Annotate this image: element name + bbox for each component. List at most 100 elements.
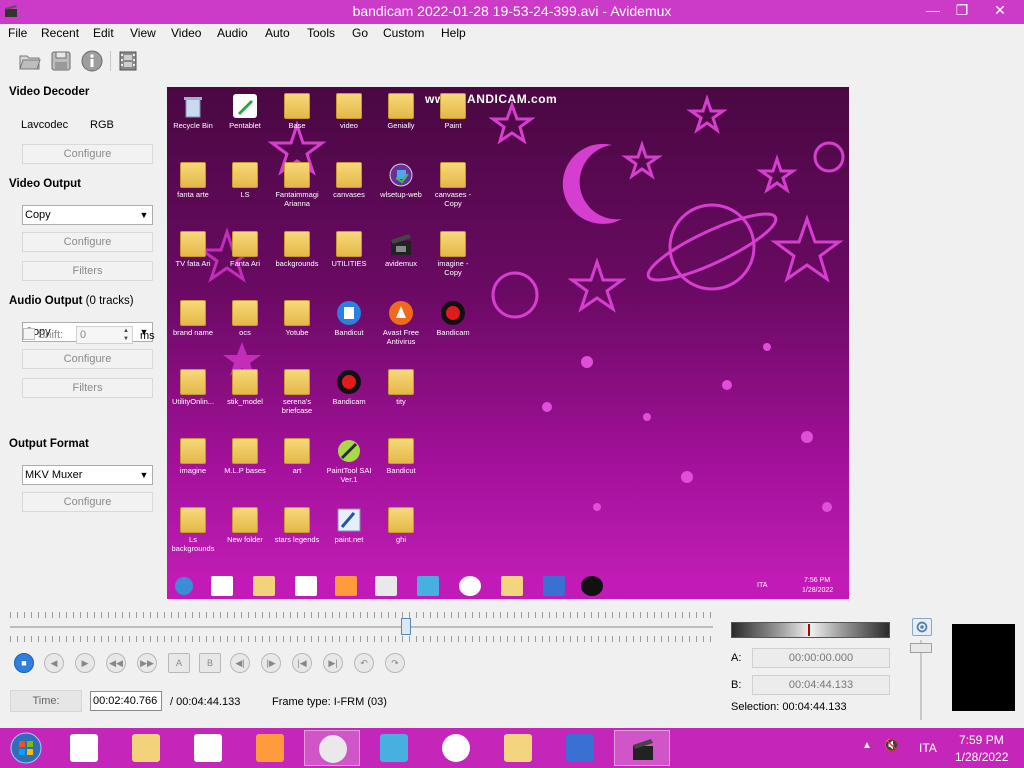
desktop-icon: Pentablet [220, 93, 270, 130]
taskbar-credit-agricole[interactable] [56, 730, 112, 766]
stop-button[interactable]: ■ [14, 653, 34, 673]
spin-arrows-icon[interactable]: ▲ ▼ [121, 327, 131, 343]
taskbar-download[interactable] [366, 730, 422, 766]
taskbar-video-player[interactable] [242, 730, 298, 766]
decoder-configure-button[interactable]: Configure [22, 144, 153, 164]
input-language[interactable]: ITA [919, 741, 937, 755]
menu-audio[interactable]: Audio [217, 26, 248, 40]
set-marker-b-button[interactable]: B [199, 653, 221, 673]
info-icon[interactable] [80, 49, 104, 73]
next-black-frame-button[interactable]: |▶ [261, 653, 281, 673]
next-frame-button[interactable]: ▶ [75, 653, 95, 673]
translate-icon [543, 576, 565, 596]
output-format-title: Output Format [9, 438, 89, 450]
previous-keyframe-button[interactable]: ◀◀ [106, 653, 126, 673]
avidemux-icon [391, 234, 411, 255]
video-output-title: Video Output [9, 178, 81, 190]
filmstrip-icon[interactable] [116, 49, 140, 73]
menu-video[interactable]: Video [171, 26, 201, 40]
taskbar-chrome[interactable] [304, 730, 360, 766]
restore-button[interactable]: ❐ [946, 0, 978, 22]
muxer-configure-button[interactable]: Configure [22, 492, 153, 512]
taskbar-sticky-notes[interactable] [490, 730, 546, 766]
desktop-icon: M.L.P bases [220, 438, 270, 475]
credit-agricole-icon [211, 576, 233, 596]
fast-forward-icon: ▶▶ [140, 658, 154, 668]
decoder-format-label: RGB [90, 119, 114, 131]
taskbar-file-explorer[interactable] [118, 730, 174, 766]
muxer-value: MKV Muxer [25, 469, 83, 481]
timeline-track[interactable] [10, 626, 713, 628]
go-last-frame-button[interactable]: ▶| [323, 653, 343, 673]
paint-net-icon [337, 508, 361, 532]
go-first-frame-button[interactable]: |◀ [292, 653, 312, 673]
minimize-button[interactable]: — [917, 0, 949, 22]
clock-time[interactable]: 7:59 PM [959, 733, 1004, 747]
go-marker-b-button[interactable]: ↷ [385, 653, 405, 673]
recycle-bin-icon [184, 97, 202, 118]
desktop-icon: Bandicut [324, 300, 374, 337]
menu-go[interactable]: Go [352, 26, 368, 40]
go-marker-a-button[interactable]: ↶ [354, 653, 374, 673]
window-title: bandicam 2022-01-28 19-53-24-399.avi - A… [352, 3, 672, 19]
video-preview[interactable]: www.BANDICAM.com Recycle Bin Pentablet B… [167, 87, 849, 599]
desktop-icon: serena's briefcase [272, 369, 322, 415]
desktop-icon: avidemux [376, 231, 426, 268]
current-time-field[interactable]: 00:02:40.766 [90, 691, 162, 711]
open-folder-icon[interactable] [18, 49, 42, 73]
menu-recent[interactable]: Recent [41, 26, 79, 40]
folder-icon [284, 507, 310, 533]
volume-icon[interactable] [912, 618, 932, 636]
next-keyframe-button[interactable]: ▶▶ [137, 653, 157, 673]
desktop-icon: video [324, 93, 374, 130]
windows-start-icon [175, 577, 193, 595]
muxer-select[interactable]: MKV Muxer ▼ [22, 465, 153, 485]
tray-overflow-icon[interactable]: ▲ [862, 740, 872, 751]
menu-edit[interactable]: Edit [93, 26, 114, 40]
video-configure-button[interactable]: Configure [22, 232, 153, 252]
video-codec-select[interactable]: Copy ▼ [22, 205, 153, 225]
menu-file[interactable]: File [8, 26, 27, 40]
timeline-slider-thumb[interactable] [401, 618, 412, 635]
taskbar-credit-agricole-2[interactable] [180, 730, 236, 766]
menu-help[interactable]: Help [441, 26, 466, 40]
clock-date[interactable]: 1/28/2022 [955, 750, 1008, 764]
folder-icon [388, 93, 414, 119]
audio-filters-button[interactable]: Filters [22, 378, 153, 398]
previous-frame-button[interactable]: ◀ [44, 653, 64, 673]
menu-view[interactable]: View [130, 26, 156, 40]
menu-tools[interactable]: Tools [307, 26, 335, 40]
desktop-icon: Recycle Bin [168, 93, 218, 130]
desktop-icon: canvases - Copy [428, 162, 478, 208]
preview-tray-lang: ITA [757, 582, 768, 589]
shift-spinbox[interactable]: 0 ▲ ▼ [76, 326, 133, 344]
speaker-muted-icon[interactable]: 🔇 [884, 738, 899, 752]
desktop-icon: Bandicut [376, 438, 426, 475]
taskbar-avidemux[interactable] [614, 730, 670, 766]
previous-black-frame-button[interactable]: ◀| [230, 653, 250, 673]
menu-auto[interactable]: Auto [265, 26, 290, 40]
folder-icon [180, 507, 206, 533]
set-marker-a-button[interactable]: A [168, 653, 190, 673]
taskbar-translate[interactable] [552, 730, 608, 766]
close-button[interactable]: ✕ [978, 0, 1022, 22]
desktop-icon: art [272, 438, 322, 475]
folder-icon [180, 300, 206, 326]
shift-checkbox[interactable] [23, 328, 35, 340]
audio-level-meter [731, 622, 890, 638]
folder-icon [180, 438, 206, 464]
save-disk-icon[interactable] [49, 49, 73, 73]
menu-custom[interactable]: Custom [383, 26, 424, 40]
windows-start-icon[interactable] [8, 732, 44, 764]
chevron-down-icon: ▼ [139, 210, 149, 220]
frame-type: Frame type: I-FRM (03) [272, 696, 387, 708]
audio-configure-button[interactable]: Configure [22, 349, 153, 369]
bandicam-record-icon [441, 301, 465, 325]
preview-tray-time: 7:56 PM [804, 577, 831, 584]
taskbar-maps[interactable] [428, 730, 484, 766]
last-frame-icon: ▶| [328, 658, 338, 668]
video-filters-button[interactable]: Filters [22, 261, 153, 281]
volume-slider-thumb[interactable] [910, 643, 932, 653]
desktop-icon: brand name [168, 300, 218, 337]
arrow-left-icon: ◀ [50, 658, 58, 668]
